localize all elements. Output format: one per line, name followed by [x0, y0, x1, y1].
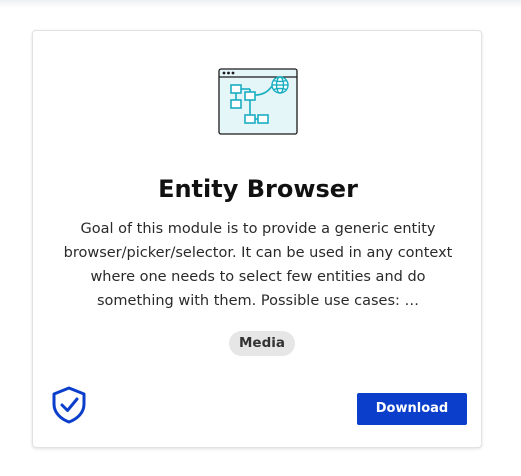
category-tag-media[interactable]: Media [229, 331, 295, 356]
download-button[interactable]: Download [357, 393, 467, 425]
module-card: Entity Browser Goal of this module is to… [32, 30, 482, 448]
shield-check-icon [52, 386, 86, 424]
flowchart-globe-icon [218, 68, 298, 135]
module-description: Goal of this module is to provide a gene… [63, 221, 453, 309]
page-top-edge [0, 0, 521, 8]
module-title[interactable]: Entity Browser [33, 174, 483, 204]
